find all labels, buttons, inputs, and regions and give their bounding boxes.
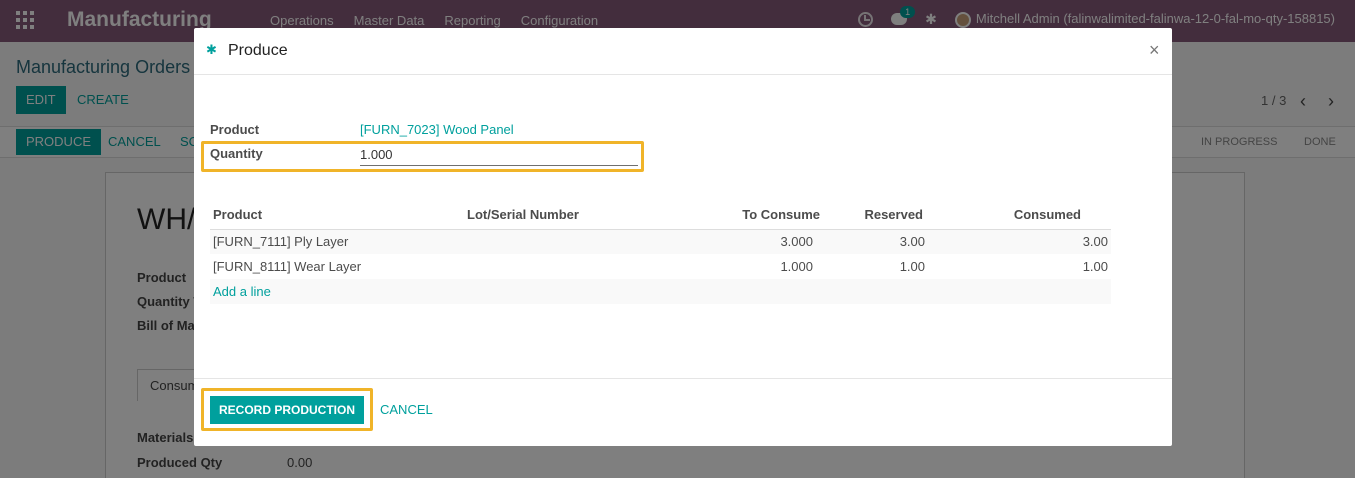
record-production-button[interactable]: RECORD PRODUCTION — [210, 396, 364, 424]
row-product[interactable]: [FURN_8111] Wear Layer — [210, 254, 464, 279]
add-line-row: Add a line — [210, 279, 1111, 304]
add-line-link[interactable]: Add a line — [213, 284, 271, 299]
column-to-consume[interactable]: To Consume — [694, 201, 823, 230]
quantity-input[interactable] — [360, 144, 638, 166]
close-icon[interactable]: × — [1149, 40, 1160, 61]
column-reserved[interactable]: Reserved — [823, 201, 935, 230]
table-header-row: Product Lot/Serial Number To Consume Res… — [210, 201, 1111, 230]
debug-bug-icon[interactable]: ✱ — [206, 43, 217, 57]
components-table: Product Lot/Serial Number To Consume Res… — [210, 201, 1111, 304]
product-label: Product — [210, 122, 260, 137]
row-lot[interactable] — [464, 229, 694, 254]
column-consumed[interactable]: Consumed — [935, 201, 1111, 230]
produce-dialog: ✱ Produce × Product [FURN_7023] Wood Pan… — [194, 28, 1172, 446]
quantity-label: Quantity — [210, 146, 263, 161]
row-product[interactable]: [FURN_7111] Ply Layer — [210, 229, 464, 254]
dialog-title: Produce — [228, 42, 288, 59]
row-consumed[interactable]: 1.00 — [935, 254, 1111, 279]
row-reserved: 3.00 — [823, 229, 935, 254]
row-to-consume: 1.000 — [694, 254, 823, 279]
row-reserved: 1.00 — [823, 254, 935, 279]
dialog-header: ✱ Produce × — [194, 28, 1172, 75]
column-lot[interactable]: Lot/Serial Number — [464, 201, 694, 230]
row-to-consume: 3.000 — [694, 229, 823, 254]
cancel-button[interactable]: CANCEL — [380, 402, 433, 417]
table-row[interactable]: [FURN_7111] Ply Layer 3.000 3.00 3.00 — [210, 229, 1111, 254]
table-row[interactable]: [FURN_8111] Wear Layer 1.000 1.00 1.00 — [210, 254, 1111, 279]
product-link[interactable]: [FURN_7023] Wood Panel — [360, 122, 514, 137]
row-consumed[interactable]: 3.00 — [935, 229, 1111, 254]
column-product[interactable]: Product — [210, 201, 464, 230]
row-lot[interactable] — [464, 254, 694, 279]
